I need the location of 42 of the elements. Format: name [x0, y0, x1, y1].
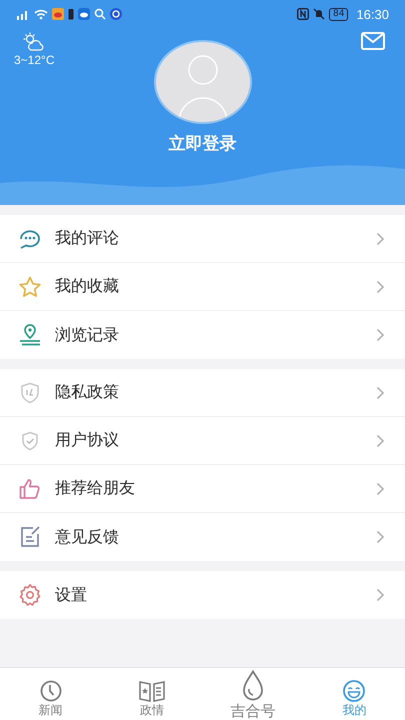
chevron-right-icon: [376, 328, 385, 342]
app-icon: [52, 8, 64, 20]
chevron-right-icon: [376, 434, 385, 448]
clock-icon: [38, 679, 63, 703]
temperature-text: 3~12°C: [14, 53, 54, 67]
nav-tab[interactable]: 新闻: [0, 668, 102, 720]
star-icon: [18, 274, 42, 298]
menu-item[interactable]: 隐私政策: [0, 369, 405, 417]
open-book-icon: [138, 679, 166, 703]
menu-item[interactable]: 用户协议: [0, 417, 405, 465]
menu-item[interactable]: 我的收藏: [0, 263, 405, 311]
location-pin-icon: [18, 323, 42, 347]
nfc-icon: [297, 8, 309, 20]
menu-item[interactable]: 浏览记录: [0, 311, 405, 359]
water-drop-icon: [241, 670, 266, 702]
clock-time: 16:30: [356, 6, 389, 22]
menu-item[interactable]: 推荐给朋友: [0, 465, 405, 513]
app-icon: [110, 8, 122, 20]
search-icon: [94, 8, 106, 20]
battery-small-icon: [68, 8, 74, 20]
menu-item[interactable]: 意见反馈: [0, 513, 405, 561]
cloud-icon: [78, 8, 90, 20]
menu-item[interactable]: 设置: [0, 571, 405, 619]
nav-tab[interactable]: 政情: [101, 668, 202, 720]
gear-icon: [18, 583, 42, 607]
chevron-right-icon: [376, 280, 385, 294]
battery-level: 84: [329, 8, 348, 20]
mail-icon[interactable]: [361, 32, 385, 50]
wifi-icon: [34, 8, 48, 20]
chevron-right-icon: [376, 588, 385, 602]
menu-item[interactable]: 我的评论: [0, 215, 405, 263]
muted-bell-icon: [313, 8, 325, 20]
signal-icon: [16, 8, 30, 20]
chevron-right-icon: [376, 482, 385, 496]
chevron-right-icon: [376, 530, 385, 544]
chevron-right-icon: [376, 386, 385, 400]
nav-tab[interactable]: 吉合号: [202, 668, 304, 720]
edit-note-icon: [18, 525, 42, 549]
thumbs-up-icon: [18, 476, 42, 500]
weather-icon: [22, 32, 46, 52]
smiley-icon: [342, 679, 366, 703]
chevron-right-icon: [376, 232, 385, 246]
